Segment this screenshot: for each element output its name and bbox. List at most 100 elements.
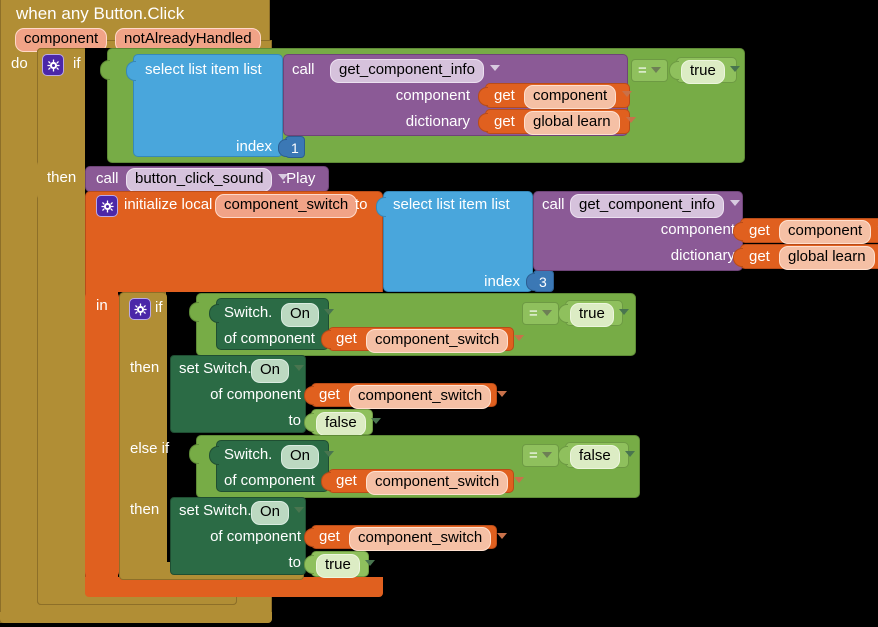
- getter-component-1-value[interactable]: component: [524, 85, 633, 109]
- select-list-item-1-index-plug: [278, 139, 287, 157]
- initialize-local-left-spine: [85, 292, 119, 577]
- getter-component-switch-1-plug: [321, 330, 331, 349]
- event-block-left-spine: [0, 40, 38, 623]
- set-switch-on-1-to-label: to: [288, 412, 301, 429]
- getter-global-learn-1-get-label: get: [494, 113, 515, 130]
- component-getter-2-property-label: On: [281, 445, 320, 469]
- event-title: when any Button.Click: [16, 4, 185, 23]
- inner-condition-1-true-plug: [558, 304, 568, 323]
- inner-then-label-1: then: [130, 359, 160, 376]
- set-switch-on-2-value[interactable]: true: [316, 554, 375, 578]
- outer-if-mutator-gear-icon[interactable]: [42, 54, 64, 76]
- set-switch-on-1-property[interactable]: On: [251, 359, 305, 383]
- select-list-item-1-index-value-text: 1: [291, 140, 299, 156]
- component-getter-1-of-component-label: of component: [224, 330, 315, 347]
- select-list-item-1-list-label: select list item list: [145, 61, 262, 78]
- inner-condition-1-operator[interactable]: =: [522, 302, 559, 325]
- inner-condition-1-true-value[interactable]: true: [570, 303, 629, 327]
- component-getter-1-property[interactable]: On: [281, 303, 335, 327]
- set-switch-on-2-property[interactable]: On: [251, 501, 305, 525]
- set-switch-on-2-value-plug: [304, 555, 314, 574]
- component-getter-2-of-component-label: of component: [224, 472, 315, 489]
- getter-global-learn-2-value[interactable]: global learn: [779, 246, 875, 270]
- initialize-local-mutator-gear-icon[interactable]: [96, 195, 118, 217]
- set-switch-on-1-value[interactable]: false: [316, 412, 381, 436]
- call-arg-component-label-2: component: [660, 221, 735, 238]
- initialize-local-to-label: to: [355, 196, 368, 213]
- set-switch-on-2-property-label: On: [251, 501, 290, 525]
- call-arg-dictionary-label-2: dictionary: [670, 247, 735, 264]
- outer-condition-true-value[interactable]: true: [681, 60, 740, 84]
- set-switch-on-1-property-label: On: [251, 359, 290, 383]
- inner-condition-2-operator[interactable]: =: [522, 444, 559, 467]
- outer-if-left-column: [37, 48, 85, 605]
- getter-global-learn-2-plug: [733, 248, 743, 267]
- getter-component-1-plug: [478, 87, 488, 106]
- getter-component-switch-4-value-label: component_switch: [349, 527, 492, 551]
- getter-global-learn-1-value[interactable]: global learn: [524, 111, 636, 135]
- select-list-item-2-index-value-text: 3: [539, 274, 547, 290]
- getter-component-switch-2-plug: [304, 386, 314, 405]
- select-list-item-2-index-plug: [526, 273, 535, 291]
- component-getter-2-prefix: Switch.: [224, 446, 273, 463]
- outer-condition-true-value-label: true: [681, 60, 725, 84]
- getter-component-2-value[interactable]: component: [779, 220, 878, 244]
- getter-component-switch-4-value[interactable]: component_switch: [349, 527, 508, 551]
- inner-condition-2-operator-label: =: [529, 447, 538, 464]
- call-procedure-name-1[interactable]: get_component_info: [330, 59, 500, 83]
- component-getter-1-prefix: Switch.: [224, 304, 273, 321]
- component-getter-2-property[interactable]: On: [281, 445, 335, 469]
- set-switch-on-1-label: set Switch.: [179, 360, 252, 377]
- outer-condition-left-plug: [100, 60, 110, 80]
- inner-condition-2-left-plug: [189, 444, 199, 464]
- getter-component-switch-3-value[interactable]: component_switch: [366, 471, 525, 495]
- inner-condition-1-true-value-label: true: [570, 303, 614, 327]
- outer-condition-true-plug: [669, 61, 679, 80]
- initialize-local-variable[interactable]: component_switch: [215, 194, 358, 218]
- call-label-1: call: [292, 61, 315, 78]
- outer-condition-operator[interactable]: =: [631, 59, 668, 82]
- call-label-2: call: [542, 196, 565, 213]
- getter-component-2-get-label: get: [749, 222, 770, 239]
- getter-component-switch-3-get-label: get: [336, 472, 357, 489]
- getter-global-learn-1-plug: [478, 113, 488, 132]
- getter-component-switch-1-value-label: component_switch: [366, 329, 509, 353]
- set-switch-on-1-of-component-label: of component: [210, 386, 301, 403]
- outer-then-label: then: [47, 169, 77, 186]
- inner-condition-2-false-value[interactable]: false: [570, 445, 635, 469]
- set-switch-on-1-value-plug: [304, 413, 314, 432]
- inner-condition-1-left-plug: [189, 302, 199, 322]
- call-procedure-name-2[interactable]: get_component_info: [570, 194, 740, 218]
- getter-component-switch-1-get-label: get: [336, 330, 357, 347]
- select-list-item-1-left-plug: [126, 61, 136, 81]
- inner-if-label: if: [155, 299, 163, 316]
- inner-if-left-column: [119, 292, 167, 580]
- set-switch-on-2-of-component-label: of component: [210, 528, 301, 545]
- call-play-sound-method-label: .Play: [282, 170, 316, 187]
- call-arg-dictionary-label-1: dictionary: [405, 113, 470, 130]
- inner-condition-2-false-value-label: false: [570, 445, 620, 469]
- call-arg-component-label-1: component: [395, 87, 470, 104]
- inner-else-if-label: else if: [130, 440, 170, 457]
- getter-component-2-plug: [733, 222, 743, 241]
- call-play-sound-component[interactable]: button_click_sound: [126, 168, 289, 192]
- set-switch-on-1-value-label: false: [316, 412, 366, 436]
- getter-component-switch-4-get-label: get: [319, 528, 340, 545]
- getter-global-learn-1-value-label: global learn: [524, 111, 620, 135]
- initialize-local-tail: [85, 586, 383, 597]
- getter-component-switch-1-value[interactable]: component_switch: [366, 329, 525, 353]
- call-play-sound-component-label: button_click_sound: [126, 168, 273, 192]
- select-list-item-2-index-label: index: [484, 273, 520, 290]
- select-list-item-2-list-label: select list item list: [393, 196, 510, 213]
- set-switch-on-2-to-label: to: [288, 554, 301, 571]
- inner-if-mutator-gear-icon[interactable]: [129, 298, 151, 320]
- call-play-sound-call-label: call: [96, 170, 119, 187]
- set-switch-on-2-label: set Switch.: [179, 502, 252, 519]
- initialize-local-in-label: in: [96, 297, 108, 314]
- getter-component-switch-2-value[interactable]: component_switch: [349, 385, 508, 409]
- getter-global-learn-2-value-label: global learn: [779, 246, 875, 270]
- event-do-label: do: [11, 55, 28, 72]
- component-getter-1-property-label: On: [281, 303, 320, 327]
- getter-component-2-value-label: component: [779, 220, 872, 244]
- getter-global-learn-2-get-label: get: [749, 248, 770, 265]
